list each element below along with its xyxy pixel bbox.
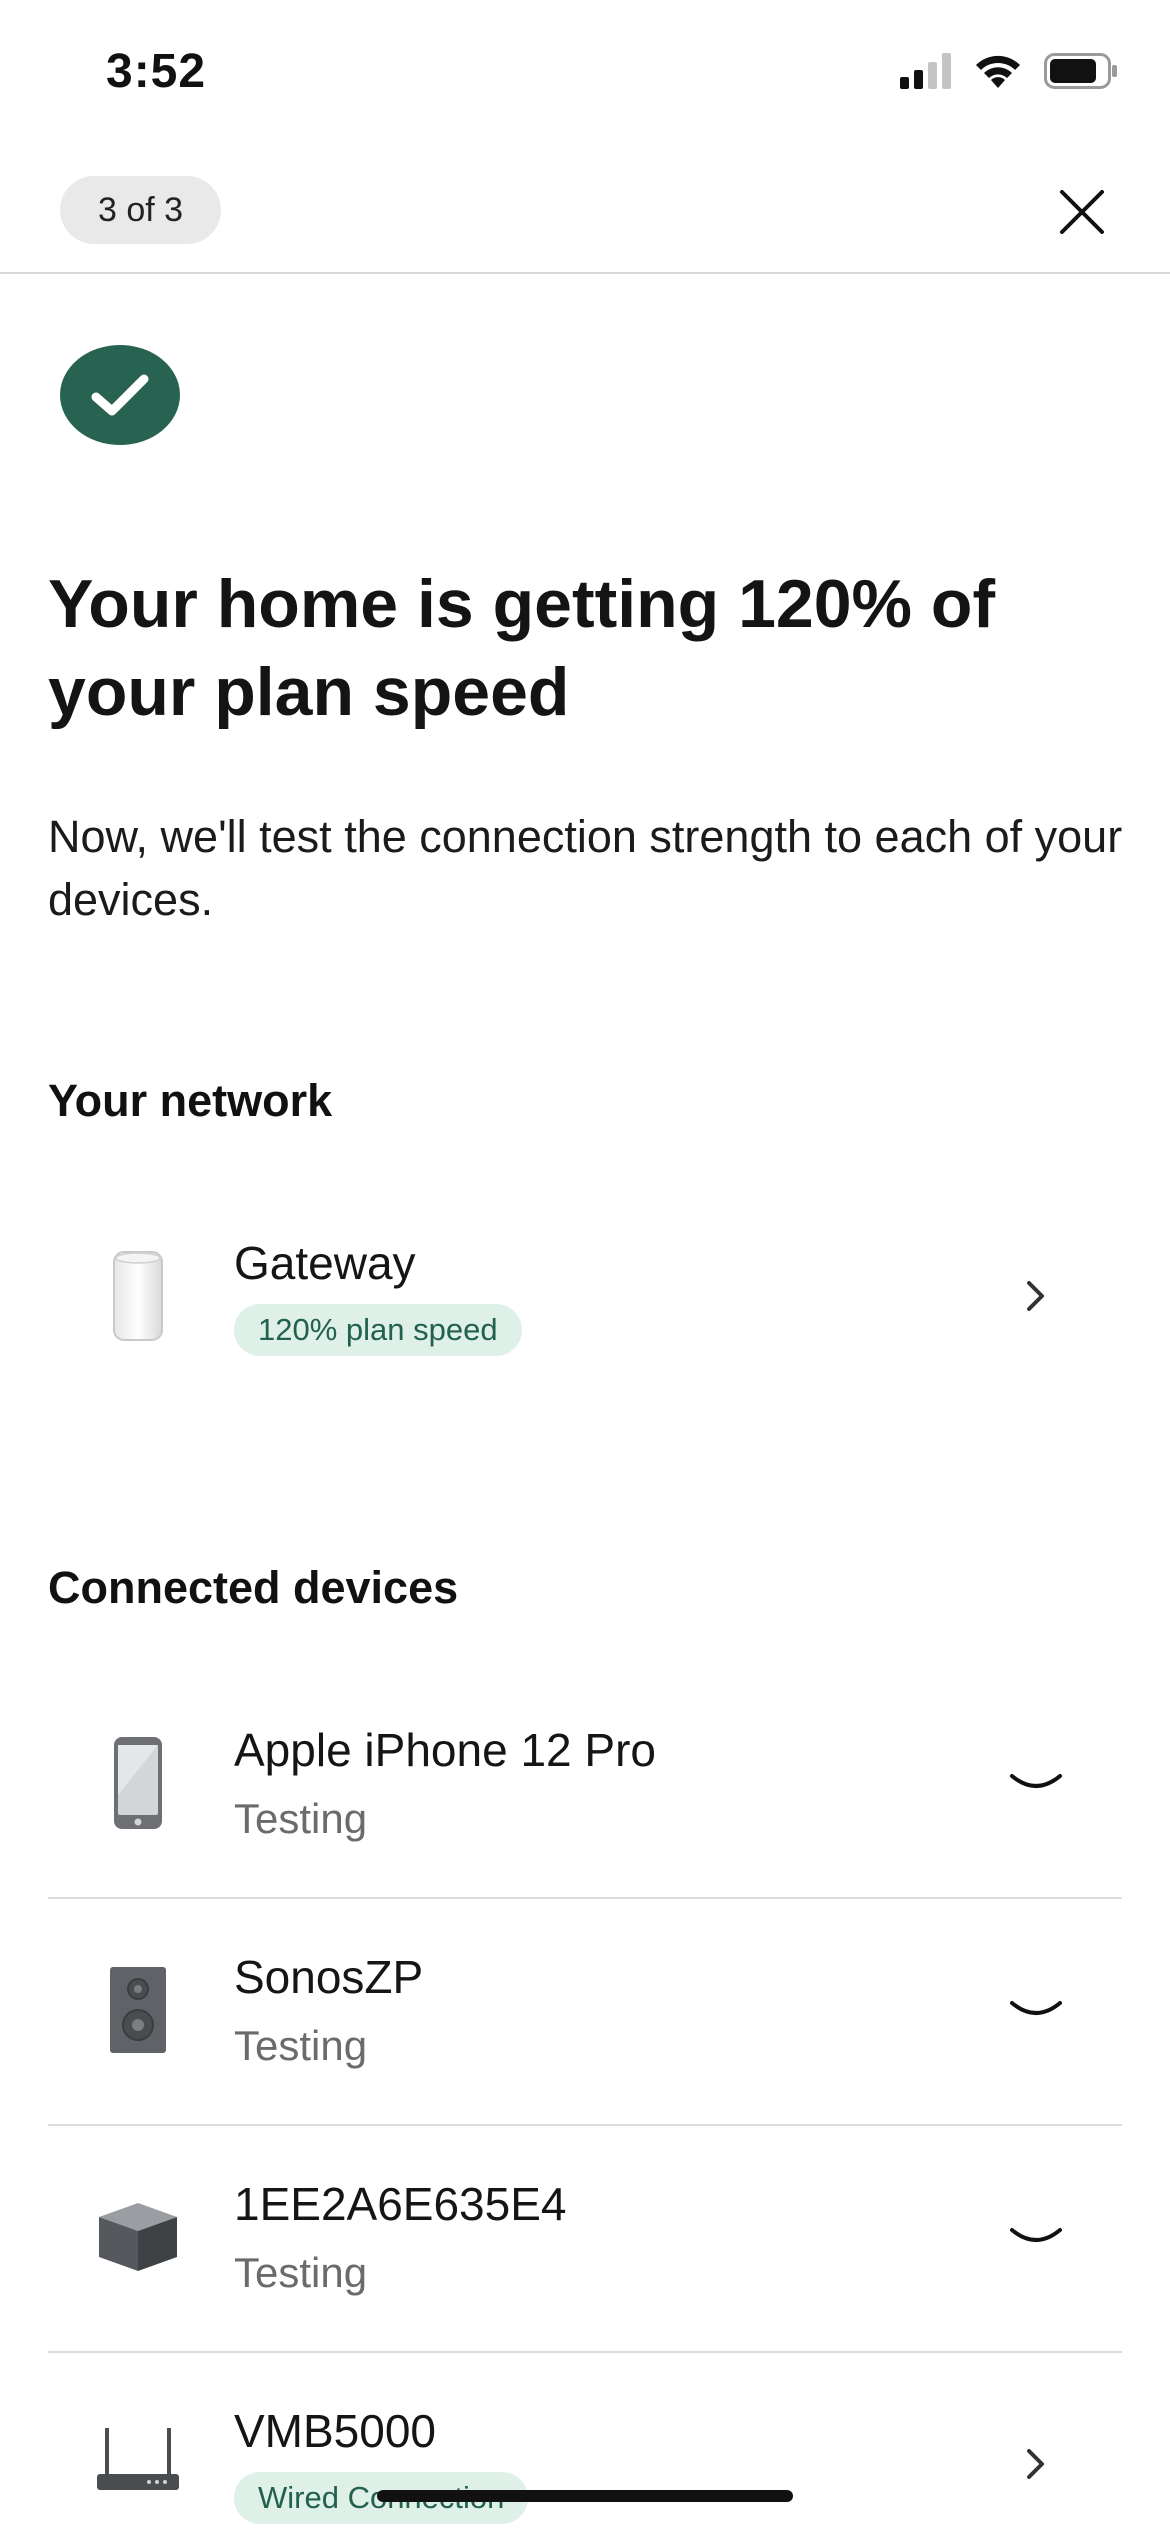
page-title: Your home is getting 120% of your plan s… <box>48 566 996 730</box>
cube-device-icon <box>88 2177 188 2297</box>
loading-spinner-icon <box>1006 1753 1066 1813</box>
gateway-name: Gateway <box>234 1237 416 1289</box>
loading-spinner-icon <box>1006 2207 1066 2267</box>
status-bar: 3:52 <box>0 0 1170 140</box>
step-indicator: 3 of 3 <box>60 176 222 244</box>
device-name: Apple iPhone 12 Pro <box>234 1724 656 1776</box>
battery-icon <box>1044 53 1118 94</box>
speaker-icon <box>88 1950 188 2070</box>
gateway-row[interactable]: Gateway 120% plan speed <box>48 1186 1122 1412</box>
close-icon <box>1060 190 1104 234</box>
device-name: 1EE2A6E635E4 <box>234 2178 567 2230</box>
network-heading: Your network <box>48 1075 333 1126</box>
wifi-icon <box>972 52 1024 95</box>
chevron-right-icon[interactable] <box>1006 2434 1066 2494</box>
status-icons <box>900 52 1118 95</box>
speed-test-screen: 3:52 3 of 3 Your home is getting 120% of… <box>0 0 1170 2532</box>
cellular-signal-icon <box>900 53 952 94</box>
device-row[interactable]: Apple iPhone 12 Pro Testing <box>48 1673 1122 1899</box>
device-row[interactable]: VMB5000 Wired Connection <box>48 2354 1122 2532</box>
success-badge <box>60 345 180 445</box>
device-row[interactable]: 1EE2A6E635E4 Testing <box>48 2127 1122 2353</box>
close-button[interactable] <box>1042 172 1122 252</box>
device-name: VMB5000 <box>234 2405 437 2457</box>
device-status: Testing <box>234 1795 368 1842</box>
phone-icon <box>88 1723 188 1843</box>
checkmark-icon <box>91 374 149 416</box>
home-indicator[interactable] <box>377 2490 793 2502</box>
plan-speed-badge: 120% plan speed <box>234 1304 522 1356</box>
router-icon <box>88 2404 188 2524</box>
device-status: Testing <box>234 2249 368 2296</box>
status-time: 3:52 <box>106 45 207 98</box>
loading-spinner-icon <box>1006 1980 1066 2040</box>
device-name: SonosZP <box>234 1951 424 2003</box>
gateway-icon <box>88 1236 188 1356</box>
step-header: 3 of 3 <box>0 160 1170 274</box>
chevron-right-icon[interactable] <box>1006 1266 1066 1326</box>
page-subtitle: Now, we'll test the connection strength … <box>48 811 1123 925</box>
device-row[interactable]: SonosZP Testing <box>48 1900 1122 2126</box>
devices-heading: Connected devices <box>48 1562 459 1613</box>
device-status: Testing <box>234 2022 368 2069</box>
